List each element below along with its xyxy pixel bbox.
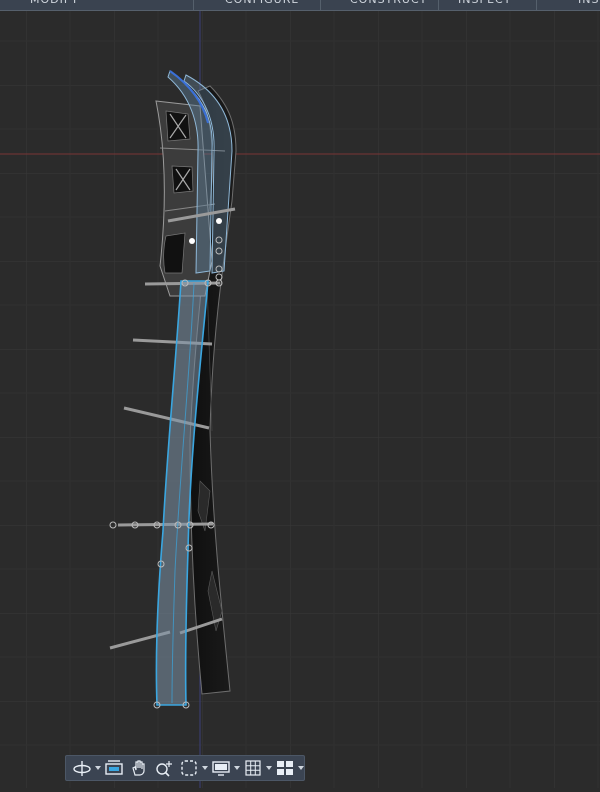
orbit-icon (73, 761, 91, 776)
display-settings-icon (212, 761, 230, 776)
grid-snap-icon (245, 760, 261, 776)
orbit-button[interactable] (70, 757, 94, 779)
tab-insert[interactable]: INS (578, 0, 599, 10)
tab-divider (438, 0, 439, 10)
zoom-icon (156, 761, 172, 777)
caret-down-icon (95, 766, 101, 770)
zoom-button[interactable] (152, 757, 176, 779)
3d-viewport[interactable] (0, 11, 600, 788)
navigation-toolbar (65, 755, 305, 781)
fit-dropdown[interactable] (202, 757, 208, 779)
caret-down-icon (202, 766, 208, 770)
tab-modify[interactable]: MODIFY (30, 0, 79, 10)
viewports-icon (277, 761, 293, 775)
look-at-button[interactable] (102, 757, 126, 779)
grid-snap-button[interactable] (241, 757, 265, 779)
orbit-dropdown[interactable] (95, 757, 101, 779)
display-settings-button[interactable] (209, 757, 233, 779)
tab-construct[interactable]: CONSTRUCT (350, 0, 427, 10)
tab-configure[interactable]: CONFIGURE (225, 0, 299, 10)
viewports-dropdown[interactable] (298, 757, 304, 779)
look-at-icon (105, 760, 123, 775)
caret-down-icon (234, 766, 240, 770)
canvas[interactable] (0, 11, 600, 788)
tab-divider (536, 0, 537, 10)
pan-hand-icon (132, 760, 145, 776)
fit-button[interactable] (177, 757, 201, 779)
fit-icon (181, 760, 197, 776)
caret-down-icon (266, 766, 272, 770)
viewports-button[interactable] (273, 757, 297, 779)
grid-snap-dropdown[interactable] (266, 757, 272, 779)
viewport-grid (0, 11, 600, 788)
workspace-toolbar: MODIFY CONFIGURE CONSTRUCT INSPECT INS (0, 0, 600, 11)
display-settings-dropdown[interactable] (234, 757, 240, 779)
caret-down-icon (298, 766, 304, 770)
tab-divider (193, 0, 194, 10)
tab-divider (320, 0, 321, 10)
tab-inspect[interactable]: INSPECT (458, 0, 511, 10)
pan-button[interactable] (127, 757, 151, 779)
